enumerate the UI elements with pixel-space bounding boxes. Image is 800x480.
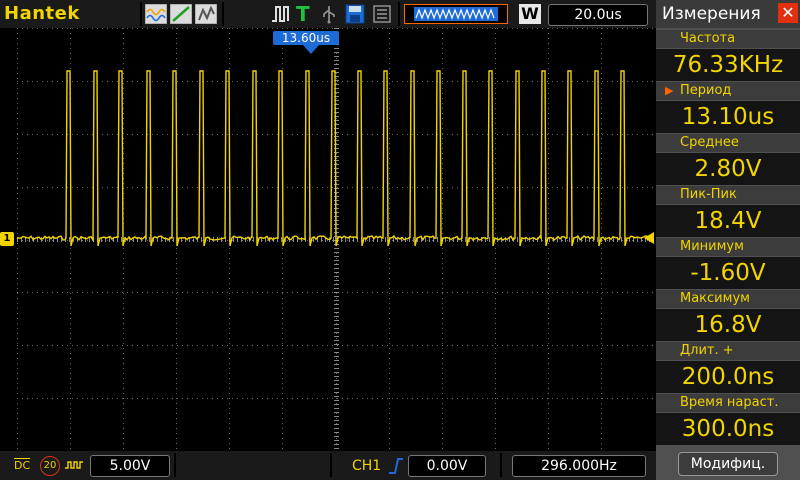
vector-mode-icon[interactable] xyxy=(170,4,192,24)
trigger-status-icon: T xyxy=(296,2,310,26)
frequency-display: 296.000Hz xyxy=(512,455,646,477)
trigger-position-label: 13.60us xyxy=(273,31,339,45)
measurement-label-rise-time: Время нараст. xyxy=(656,394,800,412)
channel1-trace xyxy=(17,70,656,247)
memory-window-icon[interactable] xyxy=(404,4,508,24)
measurement-value-rise-time: 300.0ns xyxy=(656,413,800,445)
status-divider xyxy=(330,453,332,477)
timebase-display: 20.0us xyxy=(548,4,648,26)
save-icon[interactable] xyxy=(345,4,365,24)
status-divider xyxy=(174,453,176,477)
measurement-value-mean: 2.80V xyxy=(656,153,800,185)
usb-icon xyxy=(323,6,335,24)
probe-icon xyxy=(65,461,83,469)
close-icon[interactable]: ✕ xyxy=(778,3,798,23)
storage-icon[interactable] xyxy=(372,4,392,24)
trigger-level-display[interactable]: 0.00V xyxy=(408,455,486,477)
rising-edge-icon xyxy=(389,458,403,474)
measurement-label-minimum: Минимум xyxy=(656,238,800,256)
status-divider xyxy=(500,453,502,477)
waveform-plot xyxy=(17,28,656,452)
modify-button[interactable]: Модифиц. xyxy=(678,452,778,476)
mode-indicator: W xyxy=(519,4,541,24)
measurement-value-pulse-width: 200.0ns xyxy=(656,361,800,393)
measurement-label-pulse-width: Длит. + xyxy=(656,342,800,360)
toolbar-divider xyxy=(398,2,400,26)
trigger-edge-icon[interactable] xyxy=(270,4,292,24)
waveform-screen[interactable] xyxy=(17,28,656,452)
trigger-position-marker xyxy=(303,45,319,54)
measurements-header: Измерения ✕ xyxy=(656,0,800,28)
persistence-icon[interactable] xyxy=(195,4,217,24)
measurement-label-mean: Среднее xyxy=(656,134,800,152)
measurement-label-period: ▶ Период xyxy=(656,82,800,100)
measurement-value-maximum: 16.8V xyxy=(656,309,800,341)
measurements-panel: Измерения ✕ Частота 76.33KHz ▶ Период 13.… xyxy=(656,0,800,480)
brand-logo: Hantek xyxy=(4,3,80,24)
top-toolbar: Hantek T W 20.0us xyxy=(0,0,656,28)
channel1-ground-marker[interactable]: 1 xyxy=(0,232,14,246)
coupling-indicator: DC xyxy=(14,459,31,472)
volts-per-div-display[interactable]: 5.00V xyxy=(90,455,170,477)
selected-arrow-icon: ▶ xyxy=(665,84,674,97)
bandwidth-limit-icon[interactable]: 20 xyxy=(40,456,60,476)
measurement-label-maximum: Максимум xyxy=(656,290,800,308)
measurement-value-peak-to-peak: 18.4V xyxy=(656,205,800,237)
toolbar-divider xyxy=(222,2,224,26)
measurement-value-minimum: -1.60V xyxy=(656,257,800,289)
trigger-level-marker xyxy=(644,232,654,244)
measurement-value-frequency: 76.33KHz xyxy=(656,49,800,81)
trigger-source-label: CH1 xyxy=(352,458,382,474)
toolbar-divider xyxy=(140,2,142,26)
measurement-label-peak-to-peak: Пик-Пик xyxy=(656,186,800,204)
measurement-label-frequency: Частота xyxy=(656,30,800,48)
bottom-status-bar: DC 20 5.00V CH1 0.00V 296.000Hz xyxy=(0,451,656,480)
panel-title: Измерения xyxy=(662,4,761,24)
waveform-icon[interactable] xyxy=(145,4,167,24)
measurement-value-period: 13.10us xyxy=(656,101,800,133)
